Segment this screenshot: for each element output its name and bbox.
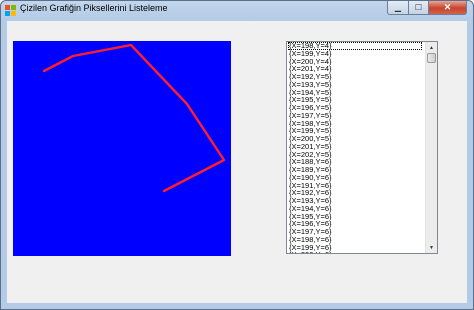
scroll-up-button[interactable]: ▲	[426, 42, 437, 53]
scroll-down-button[interactable]: ▼	[426, 242, 437, 253]
close-button[interactable]: ✕	[429, 1, 467, 15]
list-item[interactable]: {X=195,Y=6}	[288, 213, 422, 221]
list-item[interactable]: {X=195,Y=5}	[288, 96, 422, 104]
drawing-canvas[interactable]	[13, 41, 231, 256]
title-bar[interactable]: Çizilen Grafiğin Piksellerini Listeleme …	[1, 1, 473, 19]
list-item[interactable]: {X=189,Y=6}	[288, 166, 422, 174]
minimize-icon: ▁	[394, 3, 402, 12]
list-item[interactable]: {X=196,Y=5}	[288, 104, 422, 112]
list-item[interactable]: {X=194,Y=5}	[288, 89, 422, 97]
app-icon	[5, 4, 17, 16]
list-item[interactable]: {X=193,Y=6}	[288, 197, 422, 205]
list-item[interactable]: {X=199,Y=6}	[288, 244, 422, 252]
form-client-area: {X=198,Y=4} {X=199,Y=4} {X=200,Y=4} {X=201,…	[7, 21, 467, 303]
list-item[interactable]: {X=198,Y=6}	[288, 236, 422, 244]
list-item[interactable]: {X=199,Y=5}	[288, 127, 422, 135]
list-item[interactable]: {X=198,Y=4}	[288, 42, 422, 50]
list-item[interactable]: {X=202,Y=5}	[288, 151, 422, 159]
list-item[interactable]: {X=193,Y=5}	[288, 81, 422, 89]
list-item[interactable]: {X=191,Y=6}	[288, 182, 422, 190]
close-icon: ✕	[443, 2, 452, 12]
pixel-list-items: {X=198,Y=4} {X=199,Y=4} {X=200,Y=4} {X=201,…	[288, 42, 422, 253]
chevron-down-icon: ▼	[429, 244, 434, 251]
scroll-thumb[interactable]	[427, 53, 436, 63]
list-item[interactable]: {X=198,Y=5}	[288, 120, 422, 128]
list-item[interactable]: {X=200,Y=5}	[288, 135, 422, 143]
list-item[interactable]: {X=200,Y=4}	[288, 58, 422, 66]
list-item[interactable]: {X=196,Y=6}	[288, 220, 422, 228]
list-item[interactable]: {X=192,Y=5}	[288, 73, 422, 81]
list-item[interactable]: {X=197,Y=5}	[288, 112, 422, 120]
vertical-scrollbar[interactable]: ▲ ▼	[425, 42, 437, 253]
main-window: Çizilen Grafiğin Piksellerini Listeleme …	[0, 0, 474, 310]
chevron-up-icon: ▲	[429, 44, 434, 51]
list-item[interactable]: {X=192,Y=6}	[288, 189, 422, 197]
maximize-icon: ☐	[414, 3, 423, 12]
minimize-button[interactable]: ▁	[387, 1, 409, 15]
list-item[interactable]: {X=194,Y=6}	[288, 205, 422, 213]
maximize-button[interactable]: ☐	[409, 1, 429, 15]
list-item[interactable]: {X=190,Y=6}	[288, 174, 422, 182]
list-item[interactable]: {X=201,Y=5}	[288, 143, 422, 151]
pixel-listbox[interactable]: {X=198,Y=4} {X=199,Y=4} {X=200,Y=4} {X=201,…	[286, 41, 438, 254]
drawn-line	[42, 43, 226, 193]
list-item[interactable]: {X=200,Y=6}	[288, 251, 422, 253]
list-item[interactable]: {X=188,Y=6}	[288, 158, 422, 166]
window-controls: ▁ ☐ ✕	[387, 1, 467, 16]
window-title: Çizilen Grafiğin Piksellerini Listeleme	[20, 3, 168, 13]
list-item[interactable]: {X=197,Y=6}	[288, 228, 422, 236]
list-item[interactable]: {X=199,Y=4}	[288, 50, 422, 58]
list-item[interactable]: {X=201,Y=4}	[288, 65, 422, 73]
